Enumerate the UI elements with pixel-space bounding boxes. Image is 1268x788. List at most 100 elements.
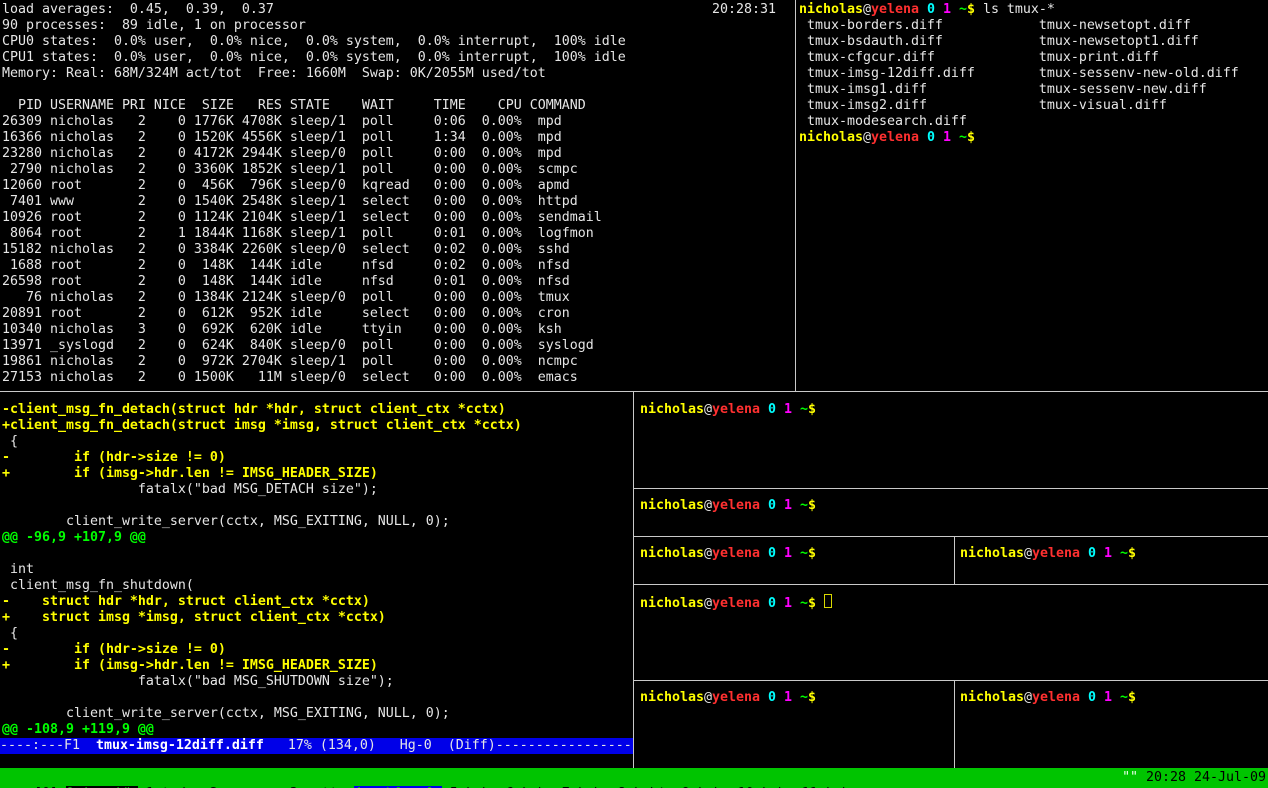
prompt-user: nicholas	[640, 596, 704, 611]
shell-prompt: nicholas@yelena 0 1 ~$ ls tmux-*	[799, 2, 1055, 18]
prompt-user: nicholas	[640, 402, 704, 417]
pane-border-vertical-top[interactable]	[795, 0, 796, 391]
prompt-text	[792, 596, 800, 611]
prompt-user: nicholas	[960, 690, 1024, 705]
shell-prompt: nicholas@yelena 0 1 ~$	[640, 546, 816, 562]
top-clock: 20:28:31	[712, 2, 776, 18]
prompt-at: @	[704, 546, 712, 561]
prompt-cwd: ~	[959, 2, 967, 17]
modeline-info: 17% (134,0) Hg-0 (Diff)	[264, 738, 496, 753]
prompt-cwd: ~	[800, 498, 808, 513]
prompt-jobnum: 1	[1104, 546, 1112, 561]
pane-border-horizontal-mid[interactable]	[0, 391, 1268, 392]
prompt-symbol: $	[808, 498, 816, 513]
prompt-jobnum: 1	[784, 690, 792, 705]
prompt-user: nicholas	[640, 546, 704, 561]
prompt-cwd: ~	[800, 546, 808, 561]
pane-border-h1[interactable]	[634, 488, 1268, 489]
prompt-symbol: $	[967, 2, 975, 17]
shell-prompt: nicholas@yelena 0 1 ~$	[640, 594, 832, 612]
prompt-jobnum: 1	[784, 546, 792, 561]
diff-line-context	[2, 498, 632, 514]
prompt-at: @	[1024, 546, 1032, 561]
prompt-text	[760, 402, 768, 417]
diff-line-context: fatalx("bad MSG_DETACH size");	[2, 482, 632, 498]
prompt-histnum: 0	[1088, 690, 1096, 705]
prompt-cwd: ~	[800, 596, 808, 611]
emacs-modeline: ----:---F1 tmux-imsg-12diff.diff 17% (13…	[0, 738, 633, 754]
prompt-at: @	[704, 498, 712, 513]
prompt-symbol: $	[967, 130, 975, 145]
prompt-histnum: 0	[927, 130, 935, 145]
prompt-text	[919, 2, 927, 17]
pane-border-v-cd[interactable]	[954, 537, 955, 584]
shell-prompt: nicholas@yelena 0 1 ~$	[640, 690, 816, 706]
prompt-user: nicholas	[640, 690, 704, 705]
prompt-text	[792, 690, 800, 705]
prompt-at: @	[704, 402, 712, 417]
diff-buffer: -client_msg_fn_detach(struct hdr *hdr, s…	[2, 402, 632, 738]
prompt-text	[776, 596, 784, 611]
diff-line-context: int	[2, 562, 632, 578]
prompt-user: nicholas	[960, 546, 1024, 561]
modeline-buffer-name: tmux-imsg-12diff.diff	[96, 738, 264, 753]
prompt-host: yelena	[871, 2, 919, 17]
prompt-text	[935, 130, 943, 145]
diff-line-added: + struct imsg *imsg, struct client_ctx *…	[2, 610, 632, 626]
diff-line-added: + if (imsg->hdr.len != IMSG_HEADER_SIZE)	[2, 658, 632, 674]
diff-line-context: {	[2, 434, 632, 450]
prompt-at: @	[863, 130, 871, 145]
emacs-minibuffer	[0, 754, 633, 768]
pane-border-h4[interactable]	[634, 680, 1268, 681]
pane-border-v-fg[interactable]	[954, 681, 955, 768]
prompt-text	[1112, 690, 1120, 705]
status-pane-title: ""	[1122, 770, 1138, 785]
prompt-text	[1080, 690, 1088, 705]
diff-line-removed: -client_msg_fn_detach(struct hdr *hdr, s…	[2, 402, 632, 418]
prompt-user: nicholas	[640, 498, 704, 513]
diff-line-context: client_write_server(cctx, MSG_EXITING, N…	[2, 706, 632, 722]
prompt-text	[919, 130, 927, 145]
prompt-text	[951, 2, 959, 17]
prompt-jobnum: 1	[784, 402, 792, 417]
prompt-host: yelena	[871, 130, 919, 145]
shell-prompt: nicholas@yelena 0 1 ~$	[960, 690, 1136, 706]
prompt-host: yelena	[1032, 546, 1080, 561]
diff-line-context: {	[2, 626, 632, 642]
diff-line-added: + if (imsg->hdr.len != IMSG_HEADER_SIZE)	[2, 466, 632, 482]
prompt-text	[760, 596, 768, 611]
prompt-text	[776, 498, 784, 513]
prompt-at: @	[704, 596, 712, 611]
pane-border-vertical-bottom[interactable]	[633, 392, 634, 768]
diff-line-hunk: @@ -96,9 +107,9 @@	[2, 530, 632, 546]
prompt-at: @	[704, 690, 712, 705]
prompt-text	[760, 498, 768, 513]
diff-line-added: +client_msg_fn_detach(struct imsg *imsg,…	[2, 418, 632, 434]
prompt-jobnum: 1	[1104, 690, 1112, 705]
prompt-histnum: 0	[927, 2, 935, 17]
diff-line-hunk: @@ -108,9 +119,9 @@	[2, 722, 632, 738]
prompt-user: nicholas	[799, 130, 863, 145]
prompt-symbol: $	[808, 690, 816, 705]
prompt-text	[776, 546, 784, 561]
prompt-histnum: 0	[768, 690, 776, 705]
prompt-jobnum: 1	[943, 2, 951, 17]
prompt-text	[1096, 690, 1104, 705]
prompt-jobnum: 1	[784, 596, 792, 611]
prompt-host: yelena	[1032, 690, 1080, 705]
prompt-histnum: 0	[768, 596, 776, 611]
pane-border-h3[interactable]	[634, 584, 1268, 585]
prompt-histnum: 0	[768, 402, 776, 417]
prompt-user: nicholas	[799, 2, 863, 17]
prompt-text	[776, 402, 784, 417]
diff-line-removed: - if (hdr->size != 0)	[2, 450, 632, 466]
prompt-cwd: ~	[1120, 690, 1128, 705]
prompt-symbol: $	[808, 596, 816, 611]
shell-prompt: nicholas@yelena 0 1 ~$	[640, 498, 816, 514]
shell-prompt: nicholas@yelena 0 1 ~$	[960, 546, 1136, 562]
prompt-at: @	[1024, 690, 1032, 705]
pane-border-h2[interactable]	[634, 536, 1268, 537]
prompt-histnum: 0	[1088, 546, 1096, 561]
prompt-host: yelena	[712, 546, 760, 561]
prompt-text	[1112, 546, 1120, 561]
